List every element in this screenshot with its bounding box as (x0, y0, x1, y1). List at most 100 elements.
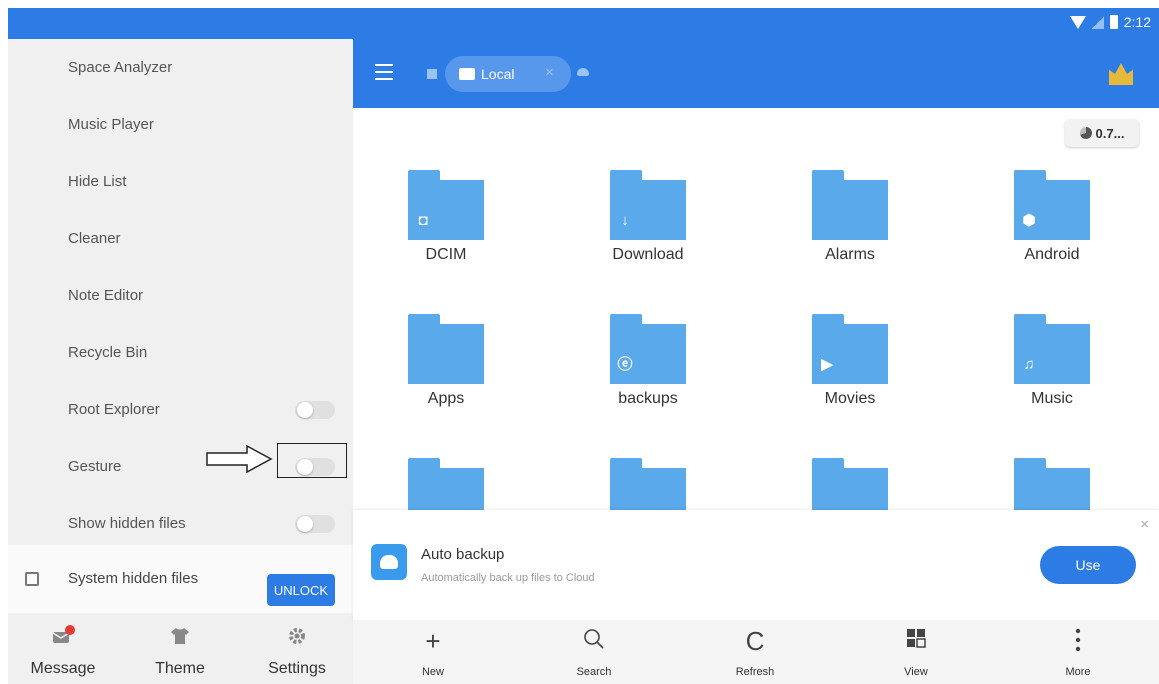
menu-item-label: Root Explorer (68, 401, 160, 418)
refresh-icon: C (745, 626, 765, 656)
folder-name: Movies (824, 390, 876, 407)
message-button[interactable]: Message (8, 613, 118, 684)
bottom-toolbar: + New Search C Refresh View More (353, 620, 1159, 684)
storage-usage-value: 0.7... (1095, 125, 1125, 141)
menu-item-label: Hide List (68, 173, 127, 190)
menu-item-cleaner[interactable]: Cleaner (8, 210, 353, 267)
battery-icon (1109, 15, 1118, 29)
folder-android[interactable]: ⬢ Android (962, 170, 1142, 290)
folder-download[interactable]: ↓ Download (558, 170, 738, 290)
es-icon: ⓔ (617, 356, 633, 373)
menu-item-label: Cleaner (68, 230, 121, 247)
menu-item-label: Gesture (68, 458, 122, 475)
view-button[interactable]: View (836, 620, 996, 684)
folder-icon: ⓔ (610, 314, 686, 384)
folder-icon (408, 314, 484, 384)
root-explorer-toggle[interactable] (295, 400, 335, 419)
menu-item-space-analyzer[interactable]: Space Analyzer (8, 39, 353, 96)
message-icon (52, 625, 75, 643)
menu-item-label: Note Editor (68, 287, 144, 304)
cloud-icon[interactable] (577, 68, 589, 76)
android-gear-icon: ⬢ (1022, 212, 1036, 229)
folder-name: Apps (427, 390, 465, 407)
menu-item-note-editor[interactable]: Note Editor (8, 267, 353, 324)
folder-name: DCIM (425, 246, 467, 263)
close-tab-icon[interactable]: × (545, 64, 554, 81)
show-hidden-files-toggle[interactable] (295, 514, 335, 533)
folder-icon: ♫ (1014, 314, 1090, 384)
folder-apps[interactable]: Apps (356, 314, 536, 434)
annotation-highlight-box (277, 443, 347, 478)
pie-chart-icon (1079, 127, 1092, 139)
folder-dcim[interactable]: ◘ DCIM (356, 170, 536, 290)
grid-view-icon (907, 629, 926, 648)
system-files-icon (25, 572, 39, 586)
premium-crown-icon[interactable] (1109, 63, 1133, 85)
annotation-arrow (206, 444, 273, 474)
signal-icon (1091, 15, 1104, 29)
more-label: More (1065, 666, 1091, 678)
folder-partial[interactable] (558, 458, 738, 510)
app-bar: Local × (353, 39, 1159, 108)
music-note-icon: ♫ (1023, 356, 1035, 373)
folder-movies[interactable]: ▶ Movies (760, 314, 940, 434)
folder-icon: ⬢ (1014, 170, 1090, 240)
more-vert-icon (1075, 628, 1081, 652)
folder-icon (1014, 458, 1090, 510)
menu-item-root-explorer[interactable]: Root Explorer (8, 381, 353, 438)
refresh-label: Refresh (735, 666, 775, 678)
download-icon: ↓ (621, 212, 629, 229)
more-button[interactable]: More (998, 620, 1158, 684)
status-time: 2:12 (1123, 14, 1151, 30)
search-button[interactable]: Search (514, 620, 674, 684)
tab-local-label: Local (481, 66, 515, 82)
folder-name: backups (618, 390, 678, 407)
folder-backups[interactable]: ⓔ backups (558, 314, 738, 434)
view-label: View (904, 666, 928, 678)
wifi-icon (1069, 15, 1086, 29)
refresh-button[interactable]: C Refresh (675, 620, 835, 684)
folder-name: Download (612, 246, 684, 263)
drawer-bottom-bar: Message Theme Settings (8, 613, 353, 684)
search-icon (584, 629, 604, 649)
folder-partial[interactable] (356, 458, 536, 510)
folder-icon (812, 170, 888, 240)
folder-icon: ◘ (408, 170, 484, 240)
gear-icon (289, 628, 305, 644)
storage-usage-badge[interactable]: 0.7... (1065, 119, 1139, 147)
folder-music[interactable]: ♫ Music (962, 314, 1142, 434)
folder-partial[interactable] (760, 458, 940, 510)
menu-icon[interactable] (375, 64, 393, 80)
folder-icon (610, 458, 686, 510)
theme-button[interactable]: Theme (125, 613, 235, 684)
folder-partial[interactable] (962, 458, 1142, 510)
menu-item-music-player[interactable]: Music Player (8, 96, 353, 153)
settings-button[interactable]: Settings (242, 613, 352, 684)
tab-local[interactable]: Local × (445, 56, 571, 92)
cloud-backup-icon (371, 544, 407, 580)
menu-item-recycle-bin[interactable]: Recycle Bin (8, 324, 353, 381)
menu-item-label: Recycle Bin (68, 344, 148, 361)
unlock-button[interactable]: UNLOCK (267, 574, 335, 606)
auto-backup-banner: × Auto backup Automatically back up file… (353, 510, 1159, 620)
folder-name: Alarms (825, 246, 875, 263)
use-button[interactable]: Use (1040, 546, 1136, 584)
plus-icon: + (425, 626, 441, 656)
search-label: Search (576, 666, 612, 678)
system-hidden-files-label: System hidden files (68, 570, 199, 587)
menu-item-hide-list[interactable]: Hide List (8, 153, 353, 210)
menu-item-show-hidden-files[interactable]: Show hidden files (8, 495, 353, 552)
backup-subtitle: Automatically back up files to Cloud (421, 572, 595, 584)
folder-icon: ▶ (812, 314, 888, 384)
folder-icon: ↓ (610, 170, 686, 240)
menu-item-label: Music Player (68, 116, 154, 133)
new-button[interactable]: + New (353, 620, 513, 684)
theme-label: Theme (155, 660, 205, 677)
folder-icon (812, 458, 888, 510)
new-label: New (421, 666, 444, 678)
storage-icon (459, 68, 475, 80)
folder-icon (408, 458, 484, 510)
close-banner-icon[interactable]: × (1140, 516, 1149, 533)
folder-alarms[interactable]: Alarms (760, 170, 940, 290)
home-icon[interactable] (427, 69, 437, 79)
